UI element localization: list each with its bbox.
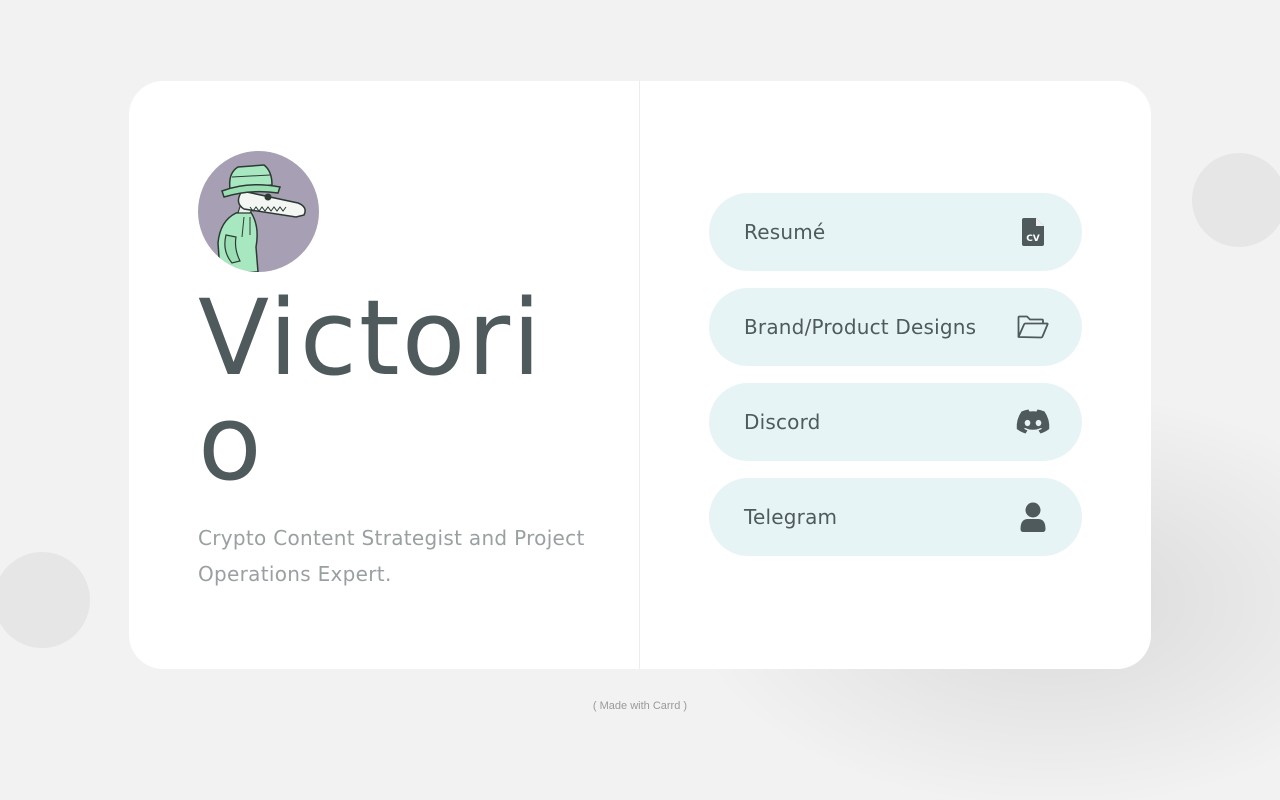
profile-card: Victorio Crypto Content Strategist and P…	[129, 81, 1151, 669]
discord-button-label: Discord	[744, 410, 821, 434]
telegram-button-label: Telegram	[744, 505, 838, 529]
profile-tagline: Crypto Content Strategist and Project Op…	[198, 526, 585, 586]
discord-button[interactable]: Discord	[709, 383, 1082, 461]
user-icon	[1016, 500, 1050, 534]
telegram-button[interactable]: Telegram	[709, 478, 1082, 556]
avatar	[198, 151, 319, 272]
svg-text:CV: CV	[1026, 234, 1040, 244]
profile-pane: Victorio Crypto Content Strategist and P…	[129, 81, 640, 669]
brand-product-designs-button-label: Brand/Product Designs	[744, 315, 977, 339]
folder-open-icon	[1016, 310, 1050, 344]
decorative-circle-right	[1192, 153, 1280, 247]
discord-icon	[1016, 405, 1050, 439]
resume-button-label: Resumé	[744, 220, 826, 244]
crocodile-avatar-icon	[217, 164, 306, 272]
brand-product-designs-button[interactable]: Brand/Product Designs	[709, 288, 1082, 366]
cv-file-icon: CV	[1016, 215, 1050, 249]
links-pane: Resumé CV Brand/Product Designs Discord	[640, 81, 1151, 669]
profile-name: Victorio	[198, 277, 543, 504]
made-with-carrd-link[interactable]: ( Made with Carrd )	[0, 700, 1280, 712]
resume-button[interactable]: Resumé CV	[709, 193, 1082, 271]
decorative-circle-left	[0, 552, 90, 648]
